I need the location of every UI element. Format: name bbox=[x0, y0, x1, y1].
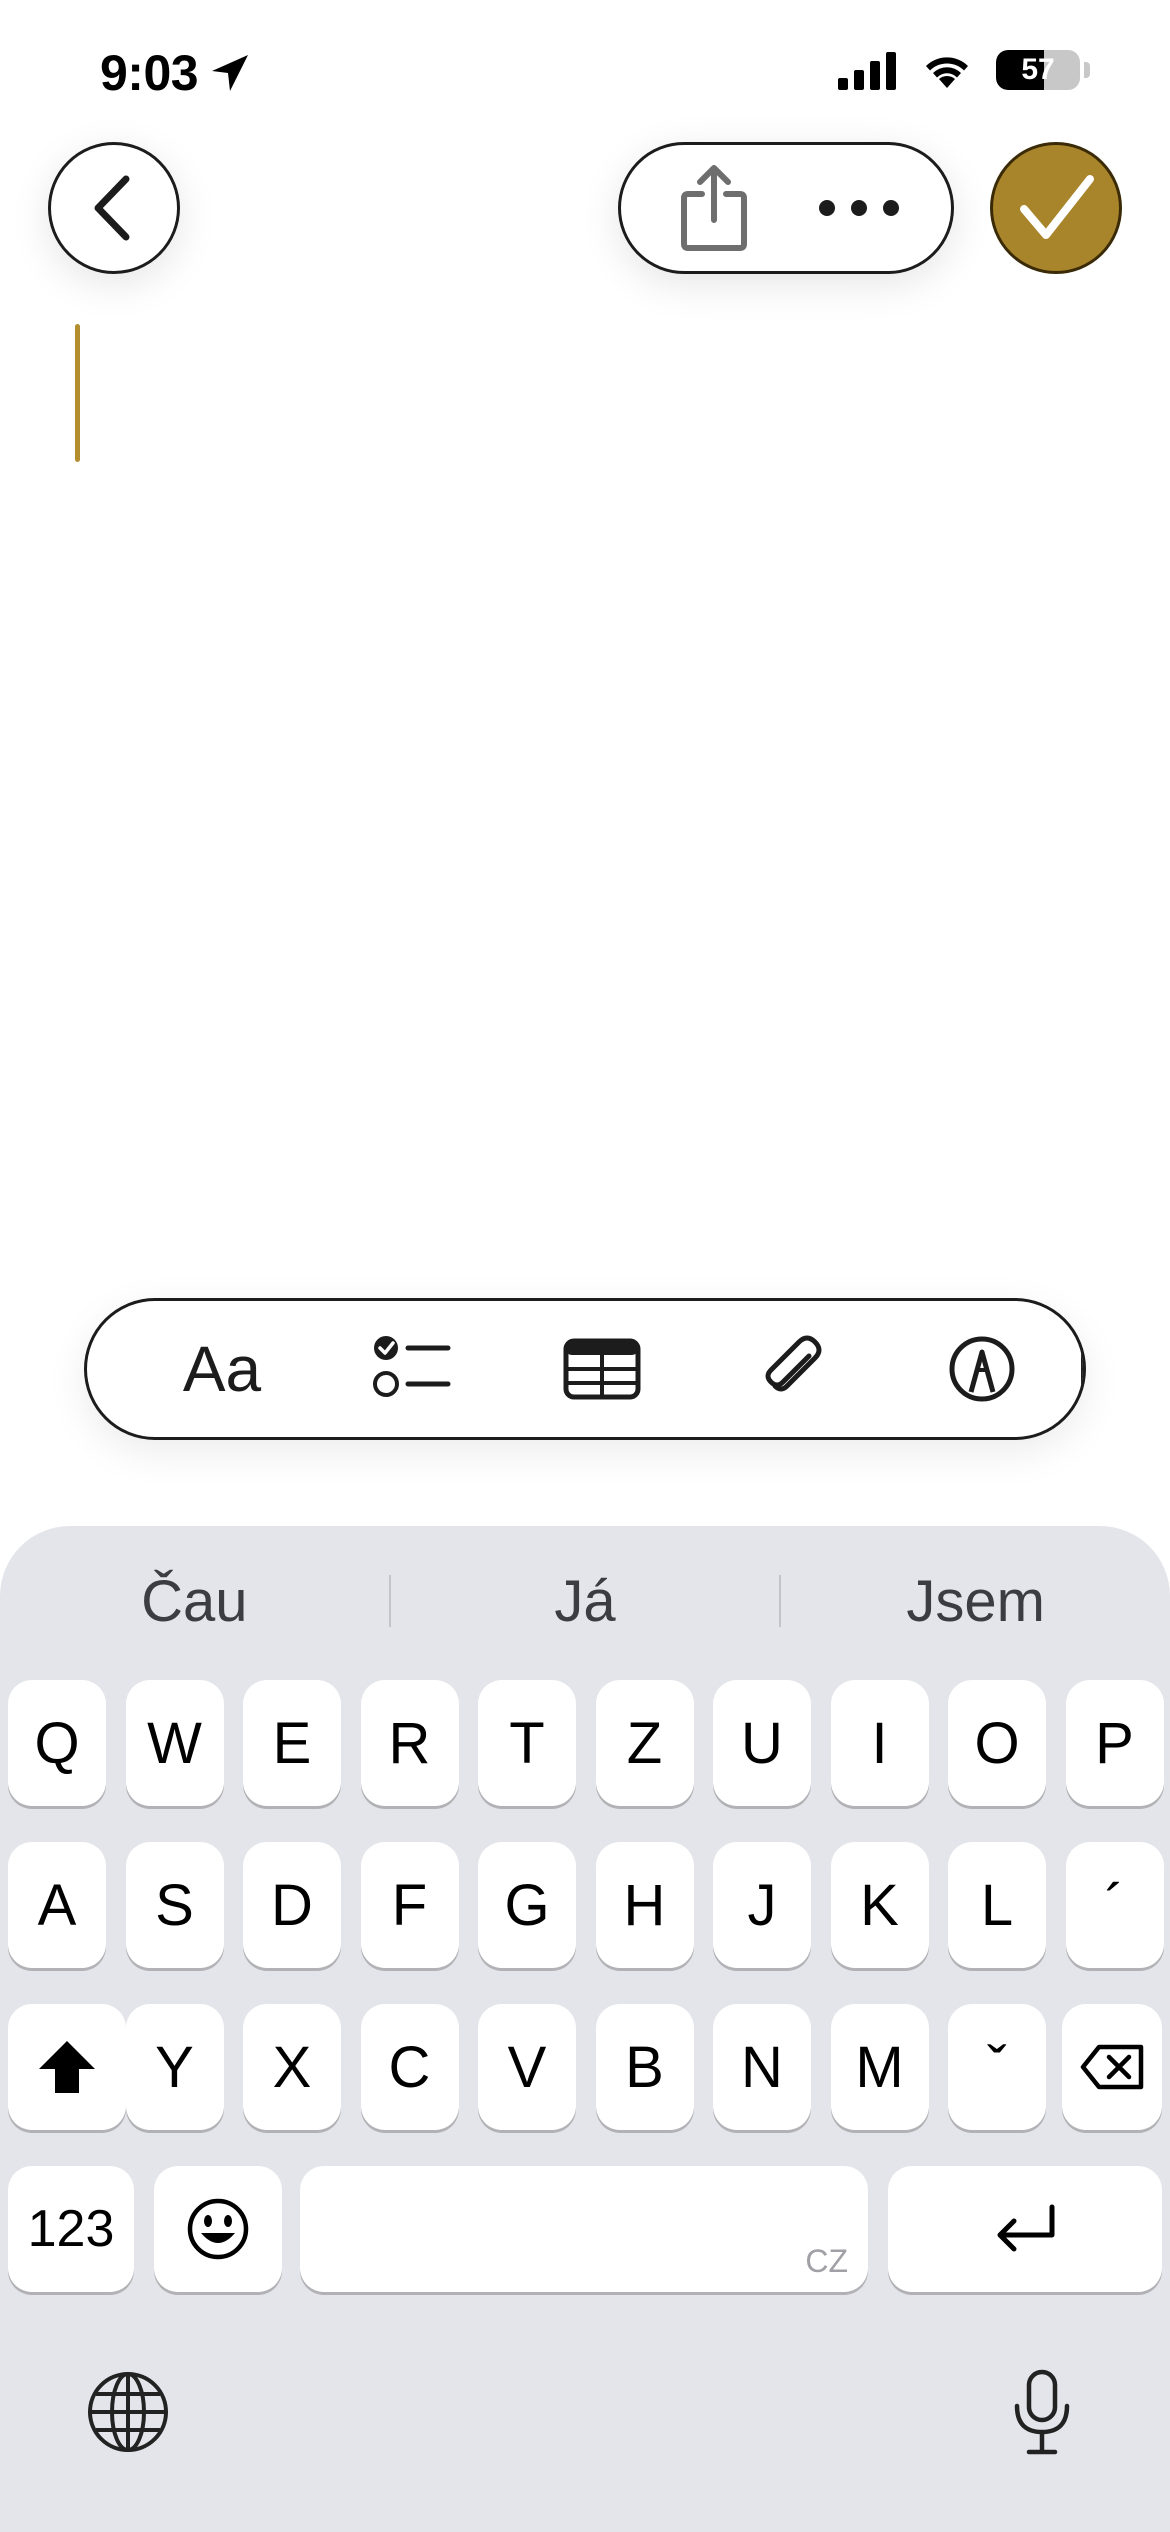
table-icon bbox=[563, 1338, 641, 1400]
key-n[interactable]: N bbox=[713, 2004, 811, 2130]
text-cursor bbox=[75, 324, 80, 462]
status-indicators: 57 bbox=[838, 50, 1090, 90]
suggestion-2[interactable]: Já bbox=[391, 1568, 780, 1635]
dictation-button[interactable] bbox=[994, 2360, 1090, 2464]
battery-indicator: 57 bbox=[996, 50, 1080, 90]
key-w[interactable]: W bbox=[125, 1680, 224, 1806]
key-t[interactable]: T bbox=[478, 1680, 576, 1806]
key-a[interactable]: A bbox=[8, 1842, 106, 1968]
key-p[interactable]: P bbox=[1065, 1680, 1164, 1806]
shift-key[interactable] bbox=[8, 2004, 126, 2130]
wifi-icon bbox=[926, 57, 968, 88]
return-icon bbox=[997, 2204, 1055, 2252]
chevron-left-icon bbox=[94, 175, 130, 241]
attachment-button[interactable] bbox=[697, 1309, 887, 1429]
key-y[interactable]: Y bbox=[125, 2004, 224, 2130]
key-s[interactable]: S bbox=[125, 1842, 224, 1968]
key-z[interactable]: Z bbox=[595, 1680, 694, 1806]
ellipsis-icon bbox=[818, 200, 899, 216]
key-x[interactable]: X bbox=[243, 2004, 341, 2130]
key-d[interactable]: D bbox=[243, 1842, 341, 1968]
text-style-button[interactable]: Aa bbox=[127, 1309, 317, 1429]
globe-button[interactable] bbox=[80, 2364, 176, 2460]
key-e[interactable]: E bbox=[243, 1680, 341, 1806]
keyboard-language: CZ bbox=[805, 2243, 848, 2279]
key-m[interactable]: M bbox=[830, 2004, 929, 2130]
share-button[interactable] bbox=[654, 148, 774, 268]
more-tools-button[interactable] bbox=[1077, 1309, 1083, 1429]
key-g[interactable]: G bbox=[478, 1842, 576, 1968]
key-r[interactable]: R bbox=[360, 1680, 459, 1806]
cellular-signal-icon bbox=[838, 52, 896, 90]
space-key[interactable]: CZ bbox=[300, 2166, 868, 2292]
key-j[interactable]: J bbox=[713, 1842, 811, 1968]
return-key[interactable] bbox=[888, 2166, 1162, 2292]
key-k[interactable]: K bbox=[830, 1842, 929, 1968]
more-icon bbox=[1081, 1348, 1083, 1390]
more-button[interactable] bbox=[799, 148, 919, 268]
numbers-key[interactable]: 123 bbox=[8, 2166, 134, 2292]
delete-icon bbox=[1080, 2044, 1144, 2090]
delete-key[interactable] bbox=[1062, 2004, 1162, 2130]
suggestion-bar: Čau Já Jsem bbox=[0, 1526, 1170, 1676]
status-time: 9:03 bbox=[100, 44, 252, 102]
key-b[interactable]: B bbox=[595, 2004, 694, 2130]
note-body[interactable] bbox=[0, 300, 1170, 1260]
suggestion-1[interactable]: Čau bbox=[0, 1568, 389, 1635]
suggestion-3[interactable]: Jsem bbox=[781, 1568, 1170, 1635]
numbers-key-label: 123 bbox=[27, 2200, 115, 2258]
location-arrow-icon bbox=[212, 55, 249, 91]
key-f[interactable]: F bbox=[360, 1842, 459, 1968]
markup-button[interactable] bbox=[887, 1309, 1077, 1429]
key-u[interactable]: U bbox=[713, 1680, 811, 1806]
checklist-icon bbox=[373, 1336, 451, 1397]
checklist-button[interactable] bbox=[317, 1309, 507, 1429]
actions-pill bbox=[618, 142, 954, 274]
markup-icon bbox=[949, 1336, 1015, 1402]
back-button[interactable] bbox=[48, 142, 180, 274]
shift-icon bbox=[39, 2041, 95, 2093]
clock: 9:03 bbox=[100, 45, 199, 101]
microphone-icon bbox=[1014, 2369, 1070, 2455]
key-l[interactable]: L bbox=[948, 1842, 1046, 1968]
done-button[interactable] bbox=[990, 142, 1122, 274]
key-i[interactable]: I bbox=[830, 1680, 929, 1806]
key-accent-9[interactable]: ´ bbox=[1065, 1842, 1164, 1968]
format-toolbar: Aa bbox=[84, 1298, 1086, 1440]
emoji-icon bbox=[187, 2198, 249, 2260]
keyboard: Čau Já Jsem Q W E R T Z U I O P A S D F G H J K L ´ Y X C V B N M ˇ… bbox=[0, 1526, 1170, 2532]
key-c[interactable]: C bbox=[360, 2004, 459, 2130]
table-button[interactable] bbox=[507, 1309, 697, 1429]
emoji-key[interactable] bbox=[154, 2166, 282, 2292]
key-v[interactable]: V bbox=[478, 2004, 576, 2130]
key-q[interactable]: Q bbox=[8, 1680, 106, 1806]
checkmark-icon bbox=[1020, 175, 1094, 239]
globe-icon bbox=[88, 2372, 168, 2452]
key-o[interactable]: O bbox=[948, 1680, 1046, 1806]
key-h[interactable]: H bbox=[595, 1842, 694, 1968]
share-icon bbox=[680, 165, 747, 251]
battery-tip bbox=[1084, 62, 1090, 78]
attachment-icon bbox=[765, 1335, 822, 1392]
battery-level: 57 bbox=[1021, 53, 1055, 86]
text-style-icon: Aa bbox=[182, 1333, 262, 1405]
key-accent-7[interactable]: ˇ bbox=[948, 2004, 1046, 2130]
